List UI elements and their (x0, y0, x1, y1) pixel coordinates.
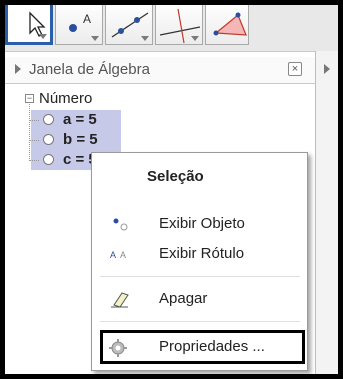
show-label-icon: A A (110, 250, 126, 260)
close-panel-button[interactable]: × (288, 62, 302, 76)
polygon-icon (213, 12, 247, 36)
context-menu: Seleção Exibir Objeto A A Exibir Rótulo … (91, 152, 308, 371)
algebra-panel-header: Janela de Álgebra × (5, 57, 315, 84)
perpendicular-line-tool-button[interactable] (155, 5, 203, 45)
eraser-icon (111, 292, 129, 308)
tool-menu-indicator (39, 34, 47, 39)
menu-item-label: Propriedades ... (159, 338, 265, 355)
polygon-tool-button[interactable] (205, 5, 249, 45)
menu-item-label: Apagar (159, 290, 208, 307)
gear-icon (109, 339, 127, 357)
line-tool-button[interactable] (105, 5, 153, 45)
cursor-arrow-icon (29, 11, 46, 37)
algebra-panel-title: Janela de Álgebra (29, 61, 150, 78)
visibility-toggle-icon[interactable] (43, 154, 54, 165)
menu-item-delete[interactable]: Apagar (92, 284, 307, 314)
point-tool-button[interactable]: A (55, 5, 103, 45)
panel-expand-arrow-icon[interactable] (324, 64, 330, 74)
tool-menu-indicator (91, 36, 99, 41)
menu-item-properties[interactable]: Propriedades ... (100, 330, 305, 364)
graphics-panel-collapsed (316, 51, 338, 374)
panel-expand-arrow-icon[interactable] (15, 64, 21, 74)
tool-menu-indicator (141, 36, 149, 41)
tool-menu-indicator (191, 36, 199, 41)
tree-branch (29, 140, 39, 141)
show-object-icon (113, 218, 128, 231)
menu-item-label: Exibir Objeto (159, 215, 245, 232)
menu-item-label: Exibir Rótulo (159, 245, 245, 262)
move-tool-button[interactable] (5, 5, 53, 45)
algebra-object-value: b = 5 (63, 131, 98, 148)
algebra-object-row[interactable]: b = 5 (29, 130, 121, 150)
tree-branch (29, 120, 39, 121)
menu-separator (100, 276, 300, 277)
menu-separator (100, 321, 300, 322)
tree-category-number[interactable]: Número (39, 90, 92, 107)
algebra-object-value: a = 5 (63, 111, 97, 128)
svg-text:A: A (110, 250, 116, 260)
collapse-toggle-icon[interactable]: − (25, 94, 34, 103)
app-window: A Janela de Álgebra × − Número a = 5 b =… (5, 5, 338, 374)
context-menu-title: Seleção (147, 168, 204, 185)
visibility-toggle-icon[interactable] (43, 134, 54, 145)
menu-item-show-label[interactable]: A A Exibir Rótulo (92, 239, 307, 269)
svg-text:A: A (83, 12, 91, 26)
visibility-toggle-icon[interactable] (43, 114, 54, 125)
tree-branch (29, 160, 39, 161)
svg-text:A: A (120, 250, 126, 260)
toolbar: A (5, 5, 338, 52)
menu-item-show-object[interactable]: Exibir Objeto (92, 209, 307, 239)
algebra-object-row[interactable]: a = 5 (29, 110, 121, 130)
